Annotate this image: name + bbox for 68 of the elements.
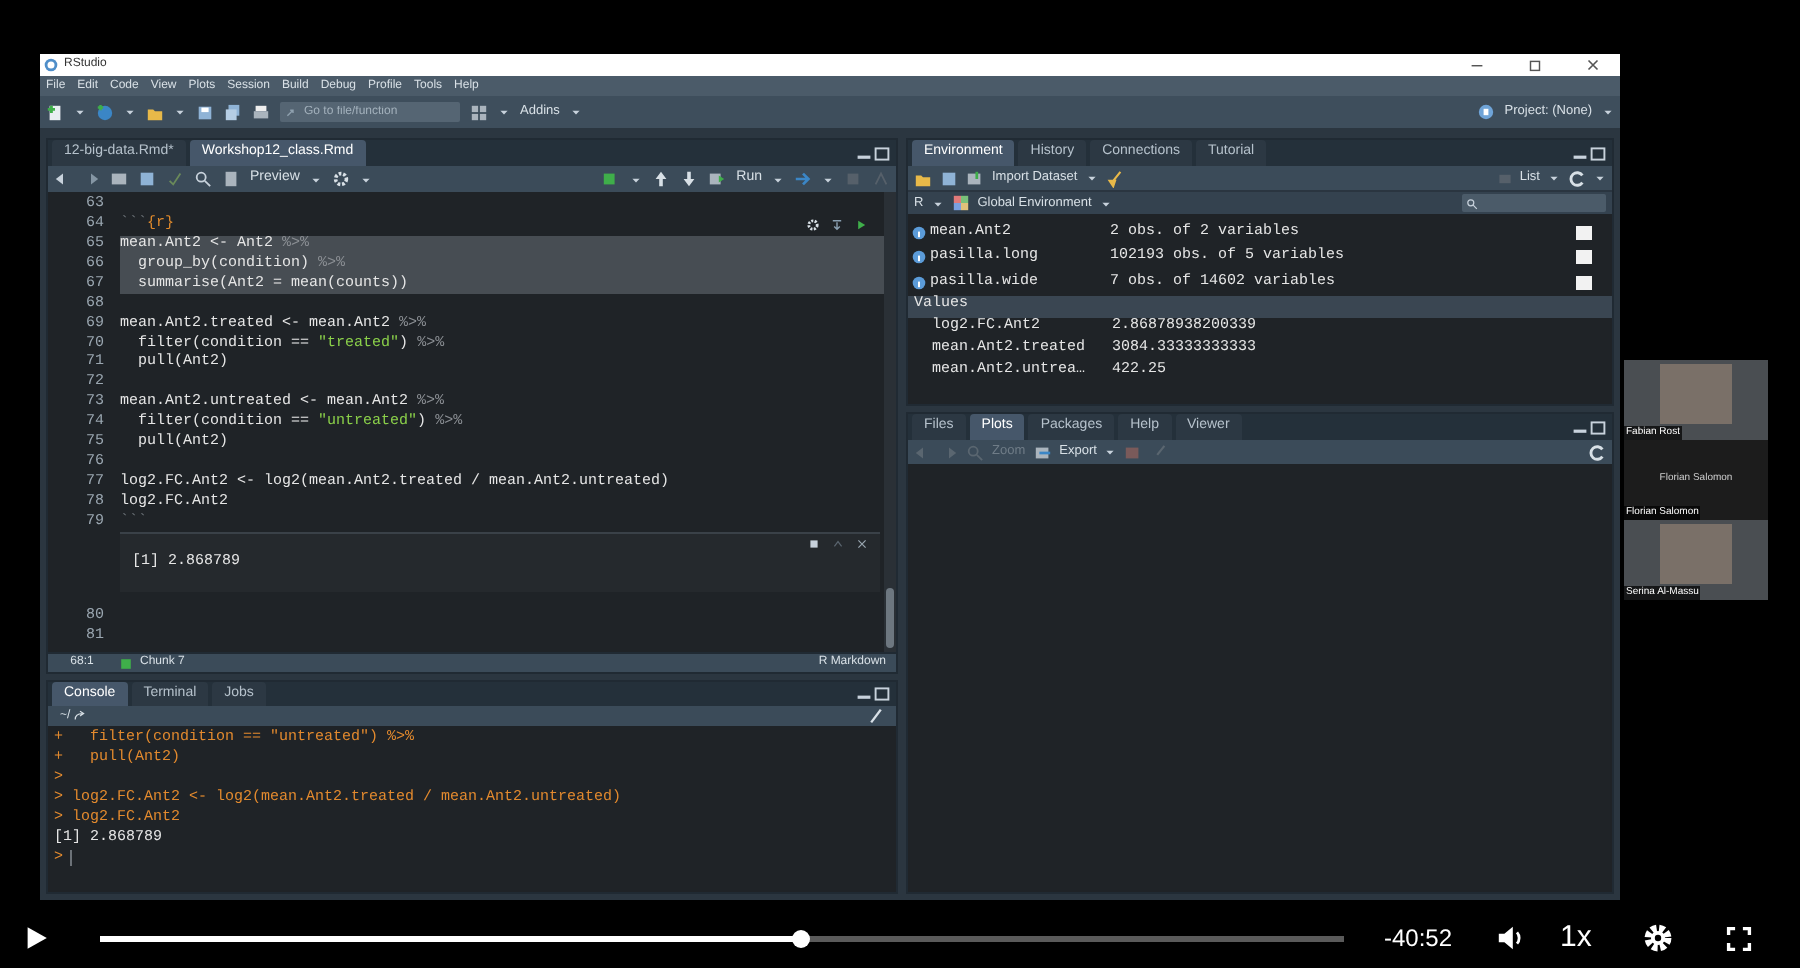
caret-icon[interactable]	[309, 173, 322, 185]
caret-icon[interactable]	[569, 106, 582, 118]
new-project-icon[interactable]	[96, 103, 114, 121]
save-icon[interactable]	[196, 103, 214, 121]
volume-icon[interactable]	[1496, 924, 1525, 952]
arrow-icon	[286, 105, 300, 119]
caret-icon[interactable]	[359, 173, 372, 185]
caret-icon[interactable]	[772, 173, 784, 185]
caret-icon[interactable]	[931, 197, 944, 209]
print-icon[interactable]	[252, 103, 270, 121]
environment-icon[interactable]	[951, 194, 970, 212]
settings-icon[interactable]	[331, 170, 350, 188]
caret-icon[interactable]	[1104, 446, 1117, 458]
progress-thumb[interactable]	[792, 929, 811, 947]
settings-icon[interactable]	[806, 218, 820, 233]
info-icon[interactable]	[912, 275, 926, 290]
export-icon[interactable]	[1033, 443, 1052, 461]
info-icon[interactable]	[912, 225, 926, 240]
copy-icon[interactable]	[808, 538, 820, 551]
play-icon[interactable]	[24, 926, 48, 950]
clear-console-icon[interactable]	[868, 708, 884, 724]
caret-icon[interactable]	[1594, 172, 1606, 184]
chunk-icon	[120, 657, 132, 669]
save-icon[interactable]	[138, 170, 156, 188]
save-all-icon[interactable]	[224, 103, 242, 121]
caret-icon[interactable]	[498, 106, 510, 118]
new-file-icon[interactable]	[46, 103, 64, 121]
import-icon[interactable]	[966, 169, 984, 187]
document-icon[interactable]	[222, 170, 240, 188]
search-icon	[1466, 197, 1478, 209]
save-icon[interactable]	[940, 169, 958, 187]
insert-chunk-icon[interactable]	[602, 170, 621, 188]
maximize-icon[interactable]	[1590, 145, 1606, 161]
time-remaining: -40:52	[1384, 922, 1453, 956]
caret-icon[interactable]	[1548, 172, 1560, 184]
caret-icon[interactable]	[74, 106, 86, 118]
caret-icon[interactable]	[822, 173, 834, 185]
video-placeholder	[1660, 524, 1732, 584]
refresh-icon[interactable]	[1588, 443, 1606, 461]
maximize-icon[interactable]	[874, 145, 890, 161]
scrollbar[interactable]	[886, 588, 894, 648]
up-arrow-icon[interactable]	[652, 170, 671, 188]
restore-icon[interactable]	[1526, 56, 1544, 74]
refresh-icon[interactable]	[1568, 169, 1586, 187]
spellcheck-icon[interactable]	[166, 170, 184, 188]
info-icon[interactable]	[912, 250, 926, 265]
go-to-directory-icon[interactable]	[74, 710, 87, 722]
close-icon[interactable]	[856, 538, 868, 551]
search-field[interactable]	[1462, 194, 1606, 212]
video-placeholder	[1660, 364, 1732, 424]
maximize-icon[interactable]	[874, 686, 890, 702]
caret-icon[interactable]	[124, 106, 136, 118]
run-chunk-icon[interactable]	[854, 218, 868, 233]
open-folder-icon[interactable]	[146, 103, 164, 121]
search-icon[interactable]	[194, 170, 212, 188]
maximize-icon[interactable]	[1590, 419, 1606, 435]
caret-icon[interactable]	[1602, 106, 1614, 118]
progress-track[interactable]	[100, 935, 1344, 941]
caret-icon[interactable]	[630, 173, 643, 185]
grid-icon[interactable]	[470, 103, 488, 121]
caret-icon[interactable]	[174, 106, 186, 118]
playback-speed-button[interactable]: 1x	[1560, 915, 1592, 961]
project-icon[interactable]	[1478, 104, 1495, 120]
close-icon[interactable]	[1584, 56, 1602, 74]
down-arrow-icon[interactable]	[680, 170, 699, 188]
run-icon[interactable]	[708, 170, 727, 188]
fullscreen-icon[interactable]	[1725, 925, 1752, 951]
run-previous-chunks-icon[interactable]	[830, 218, 844, 233]
